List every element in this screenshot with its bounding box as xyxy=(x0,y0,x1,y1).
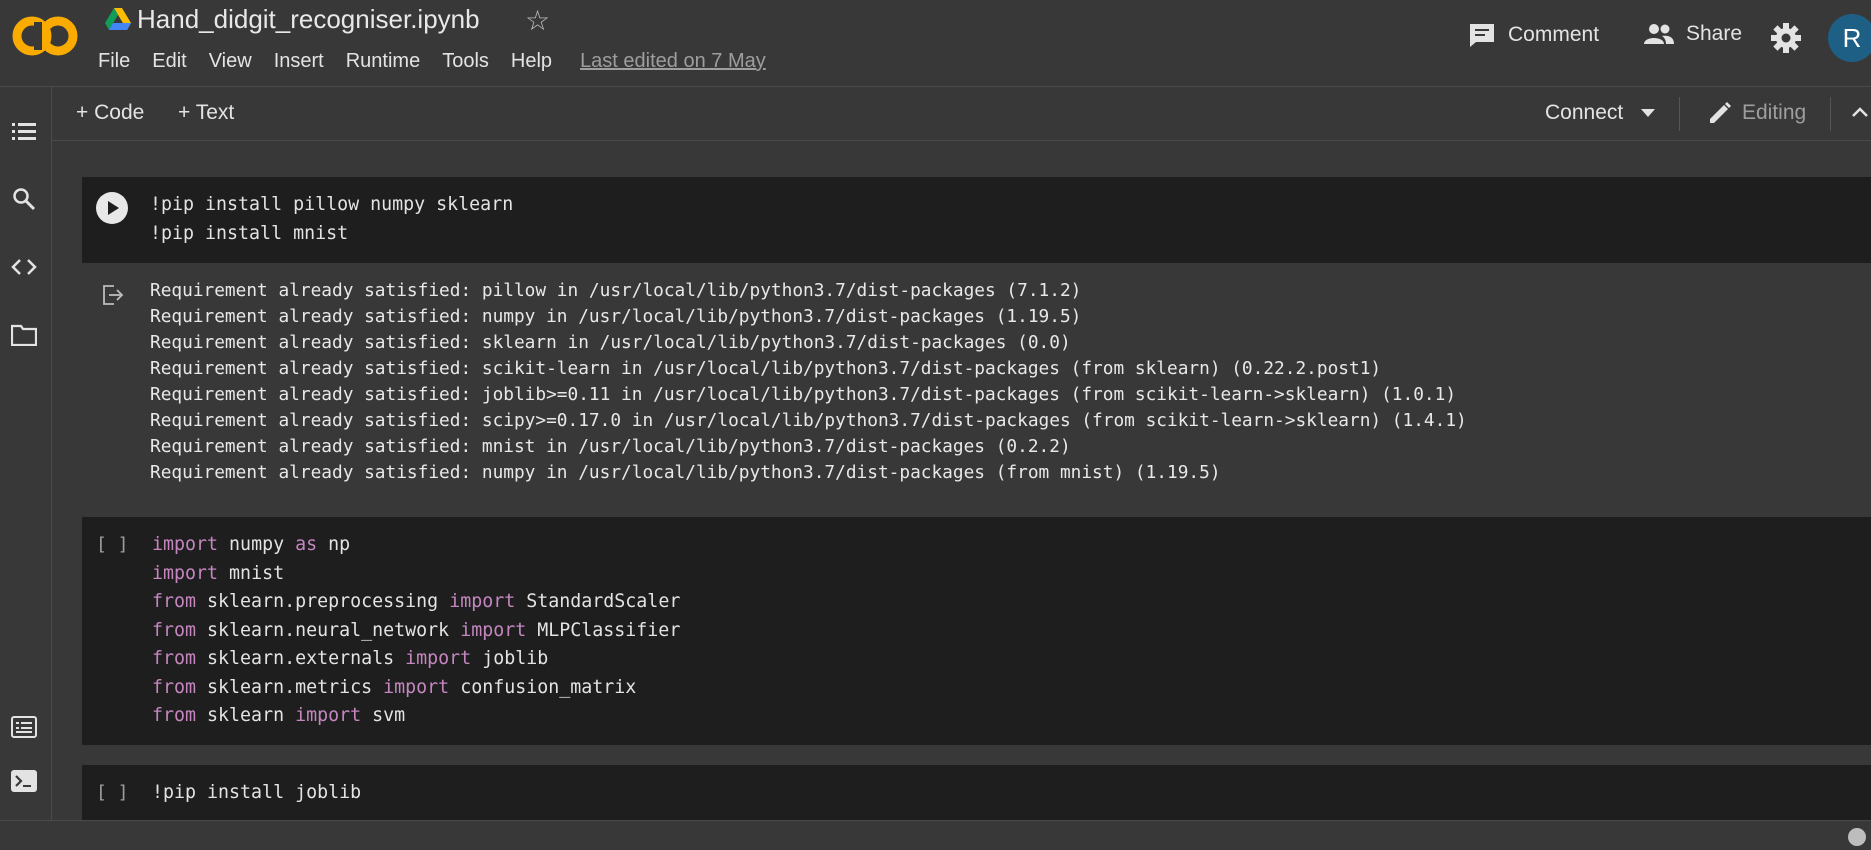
code-text: svm xyxy=(361,705,406,726)
collapse-chevron-up-icon[interactable] xyxy=(1852,107,1868,117)
comment-button[interactable]: Comment xyxy=(1468,22,1599,48)
code-text: sklearn.neural_network xyxy=(196,619,461,641)
keyword: as xyxy=(295,534,318,555)
menu-runtime[interactable]: Runtime xyxy=(346,50,420,73)
share-label: Share xyxy=(1686,22,1743,45)
notebook-toolbar: + Code + Text Connect Editing xyxy=(52,87,1871,141)
connect-button[interactable]: Connect xyxy=(1545,101,1656,125)
code-line: !pip install mnist xyxy=(150,222,349,244)
status-indicator xyxy=(1848,828,1866,846)
star-icon[interactable]: ☆ xyxy=(525,4,550,37)
output-line: Requirement already satisfied: sklearn i… xyxy=(150,332,1071,353)
keyword: from xyxy=(152,648,197,669)
app-header: Hand_didgit_recogniser.ipynb ☆ File Edit… xyxy=(0,0,1871,87)
table-of-contents-icon[interactable] xyxy=(10,117,38,145)
keyword: import xyxy=(405,648,472,669)
cell-1-code[interactable]: !pip install pillow numpy sklearn !pip i… xyxy=(150,191,513,248)
output-line: Requirement already satisfied: numpy in … xyxy=(150,462,1221,483)
notebook-area: !pip install pillow numpy sklearn !pip i… xyxy=(52,142,1871,820)
status-bar xyxy=(0,820,1871,850)
menu-insert[interactable]: Insert xyxy=(274,50,324,73)
code-cell-1[interactable]: !pip install pillow numpy sklearn !pip i… xyxy=(82,177,1871,263)
output-line: Requirement already satisfied: mnist in … xyxy=(150,436,1071,457)
google-drive-icon[interactable] xyxy=(105,8,131,30)
code-line: !pip install pillow numpy sklearn xyxy=(150,194,514,215)
keyword: import xyxy=(460,619,527,641)
keyword: import xyxy=(295,705,362,726)
cell-execution-bracket[interactable]: [ ] xyxy=(96,782,129,803)
code-line: !pip install joblib xyxy=(152,782,362,803)
code-text: joblib xyxy=(471,648,549,669)
comment-icon xyxy=(1470,24,1494,47)
run-cell-button[interactable] xyxy=(96,192,128,224)
menu-edit[interactable]: Edit xyxy=(152,50,186,73)
output-text: Requirement already satisfied: pillow in… xyxy=(150,278,1467,486)
search-icon[interactable] xyxy=(10,185,38,213)
code-cell-3[interactable]: [ ] !pip install joblib xyxy=(82,765,1871,820)
output-actions-icon[interactable] xyxy=(102,285,126,305)
cell-execution-bracket[interactable]: [ ] xyxy=(96,534,129,555)
output-line: Requirement already satisfied: scipy>=0.… xyxy=(150,410,1467,431)
colab-logo[interactable] xyxy=(12,14,78,58)
avatar-letter: R xyxy=(1842,22,1862,53)
code-text: sklearn.externals xyxy=(196,648,406,669)
cell-1-output: Requirement already satisfied: pillow in… xyxy=(82,272,1871,502)
output-line: Requirement already satisfied: numpy in … xyxy=(150,306,1082,327)
command-palette-icon[interactable] xyxy=(10,713,38,741)
avatar[interactable]: R xyxy=(1828,14,1871,62)
pencil-icon xyxy=(1710,102,1731,123)
editing-mode-button[interactable]: Editing xyxy=(1708,101,1806,125)
toolbar-divider xyxy=(1679,97,1680,131)
add-code-button[interactable]: + Code xyxy=(76,101,144,125)
keyword: from xyxy=(152,619,197,641)
output-line: Requirement already satisfied: scikit-le… xyxy=(150,358,1382,379)
code-cell-2[interactable]: [ ] import numpy as np import mnist from… xyxy=(82,517,1871,745)
notebook-title[interactable]: Hand_didgit_recogniser.ipynb xyxy=(137,4,480,35)
comment-label: Comment xyxy=(1508,23,1600,46)
code-text: sklearn.preprocessing xyxy=(196,591,450,612)
editing-label: Editing xyxy=(1742,101,1807,124)
code-text: mnist xyxy=(218,562,285,584)
keyword: from xyxy=(152,591,197,612)
menu-bar: File Edit View Insert Runtime Tools Help… xyxy=(98,50,788,73)
terminal-icon[interactable] xyxy=(10,767,38,795)
code-text: MLPClassifier xyxy=(526,619,681,641)
code-text: StandardScaler xyxy=(515,591,681,612)
code-text: sklearn.metrics xyxy=(196,676,384,698)
left-sidebar xyxy=(0,87,52,820)
code-text: sklearn xyxy=(196,705,296,726)
people-icon xyxy=(1644,24,1674,44)
menu-view[interactable]: View xyxy=(209,50,252,73)
last-edited-link[interactable]: Last edited on 7 May xyxy=(580,50,766,73)
output-line: Requirement already satisfied: pillow in… xyxy=(150,280,1082,301)
cell-2-code[interactable]: import numpy as np import mnist from skl… xyxy=(152,531,680,731)
folder-icon[interactable] xyxy=(10,321,38,349)
cell-3-code[interactable]: !pip install joblib xyxy=(152,779,361,808)
share-button[interactable]: Share xyxy=(1644,22,1742,46)
connect-label: Connect xyxy=(1545,101,1624,124)
code-text: numpy xyxy=(218,534,296,555)
code-snippets-icon[interactable] xyxy=(10,253,38,281)
output-line: Requirement already satisfied: joblib>=0… xyxy=(150,384,1457,405)
keyword: import xyxy=(383,676,450,698)
add-text-button[interactable]: + Text xyxy=(178,101,234,125)
keyword: import xyxy=(152,562,219,584)
code-text: np xyxy=(317,534,351,555)
chevron-down-icon[interactable] xyxy=(1641,109,1656,117)
toolbar-divider xyxy=(1830,97,1831,131)
menu-tools[interactable]: Tools xyxy=(442,50,489,73)
keyword: import xyxy=(449,591,516,612)
settings-gear-icon[interactable] xyxy=(1771,23,1801,53)
keyword: from xyxy=(152,705,197,726)
menu-file[interactable]: File xyxy=(98,50,130,73)
play-icon xyxy=(108,201,119,215)
keyword: import xyxy=(152,534,219,555)
menu-help[interactable]: Help xyxy=(511,50,552,73)
keyword: from xyxy=(152,676,197,698)
code-text: confusion_matrix xyxy=(449,676,637,698)
